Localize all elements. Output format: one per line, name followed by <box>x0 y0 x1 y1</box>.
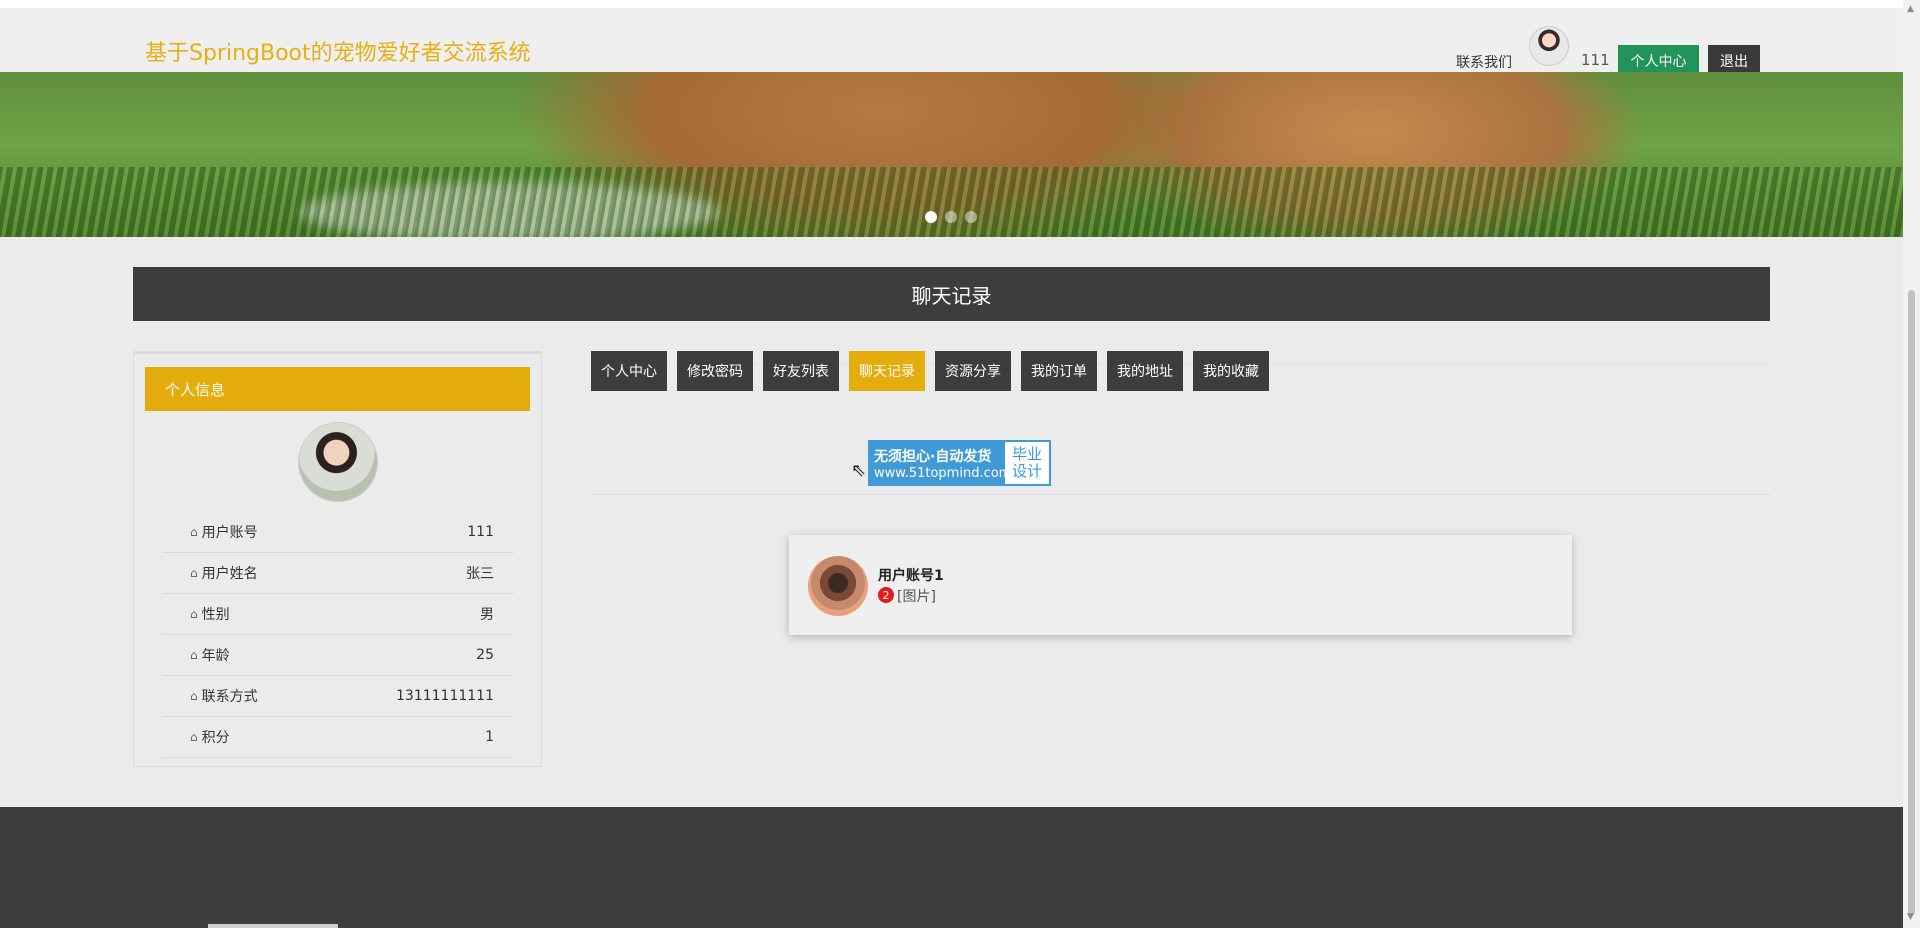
profile-row-account: ⌂ 用户账号 111 <box>162 512 514 553</box>
profile-value: 111 <box>467 524 494 540</box>
scroll-up-icon[interactable]: ▲ <box>1907 4 1914 14</box>
chat-avatar <box>808 556 868 616</box>
tab-change-password[interactable]: 修改密码 <box>677 351 753 391</box>
user-avatar[interactable] <box>1529 26 1569 66</box>
contact-us-link[interactable]: 联系我们 <box>1456 52 1512 72</box>
header-username: 111 <box>1581 51 1610 69</box>
profile-value: 1 <box>485 729 494 745</box>
page-footer <box>0 807 1903 928</box>
profile-label: 性别 <box>201 607 230 623</box>
content-divider <box>591 494 1771 495</box>
tab-resource-share[interactable]: 资源分享 <box>935 351 1011 391</box>
profile-avatar <box>298 422 378 502</box>
home-icon: ⌂ <box>190 648 198 662</box>
tab-friend-list[interactable]: 好友列表 <box>763 351 839 391</box>
home-icon: ⌂ <box>190 566 198 580</box>
tab-my-favorites[interactable]: 我的收藏 <box>1193 351 1269 391</box>
footer-strip <box>208 924 338 928</box>
watermark-line2: www.51topmind.com <box>874 465 1012 481</box>
profile-value: 25 <box>476 647 494 663</box>
scroll-down-icon[interactable]: ▼ <box>1907 912 1914 922</box>
top-header: 基于SpringBoot的宠物爱好者交流系统 联系我们 111 个人中心 退出 <box>0 0 1903 77</box>
profile-panel: 个人信息 ⌂ 用户账号 111 ⌂ 用户姓名 张三 ⌂ 性别 男 ⌂ 年龄 25 ⌂ 联系… <box>133 351 542 767</box>
page-scrollbar[interactable]: ▲ ▼ <box>1903 0 1920 928</box>
mouse-cursor-icon: ⇖ <box>851 460 867 481</box>
profile-row-points: ⌂ 积分 1 <box>162 717 514 758</box>
profile-row-gender: ⌂ 性别 男 <box>162 594 514 635</box>
home-icon: ⌂ <box>190 607 198 621</box>
chat-record-item[interactable]: 用户账号1 2 [图片] <box>789 535 1572 635</box>
tab-my-orders[interactable]: 我的订单 <box>1021 351 1097 391</box>
profile-label: 联系方式 <box>201 689 258 705</box>
carousel-dot-2[interactable] <box>945 211 957 223</box>
watermark-right2: 设计 <box>1011 462 1042 480</box>
profile-label: 年龄 <box>201 648 230 664</box>
banner-image-grass <box>0 167 1903 237</box>
watermark-badge: 无须担心·自动发货 www.51topmind.com 毕业 设计 <box>868 440 1051 486</box>
scroll-thumb[interactable] <box>1908 290 1915 915</box>
user-center-tabs: 个人中心 修改密码 好友列表 聊天记录 资源分享 我的订单 我的地址 我的收藏 <box>591 351 1269 391</box>
page-title: 聊天记录 <box>133 267 1770 321</box>
site-title[interactable]: 基于SpringBoot的宠物爱好者交流系统 <box>145 35 531 67</box>
carousel-dot-3[interactable] <box>965 211 977 223</box>
watermark-right1: 毕业 <box>1011 445 1042 463</box>
carousel-dot-1[interactable] <box>925 211 937 223</box>
profile-value: 张三 <box>466 566 494 582</box>
carousel-dots <box>925 211 977 223</box>
home-icon: ⌂ <box>190 525 198 539</box>
watermark-line1: 无须担心·自动发货 <box>874 448 992 465</box>
tab-my-address[interactable]: 我的地址 <box>1107 351 1183 391</box>
tab-chat-records[interactable]: 聊天记录 <box>849 351 925 391</box>
profile-row-phone: ⌂ 联系方式 13111111111 <box>162 676 514 717</box>
watermark-left: 无须担心·自动发货 www.51topmind.com <box>870 442 1012 484</box>
profile-value: 13111111111 <box>396 688 494 704</box>
profile-value: 男 <box>480 607 494 623</box>
chat-contact-name: 用户账号1 <box>878 568 944 584</box>
profile-row-age: ⌂ 年龄 25 <box>162 635 514 676</box>
profile-label: 积分 <box>201 730 230 746</box>
tab-personal-center[interactable]: 个人中心 <box>591 351 667 391</box>
unread-badge: 2 <box>878 587 894 603</box>
watermark-right: 毕业 设计 <box>1005 442 1049 484</box>
home-icon: ⌂ <box>190 730 198 744</box>
chat-last-message: [图片] <box>897 589 936 605</box>
home-icon: ⌂ <box>190 689 198 703</box>
profile-heading: 个人信息 <box>145 367 530 411</box>
profile-row-name: ⌂ 用户姓名 张三 <box>162 553 514 594</box>
profile-label: 用户账号 <box>201 525 258 541</box>
profile-info-list: ⌂ 用户账号 111 ⌂ 用户姓名 张三 ⌂ 性别 男 ⌂ 年龄 25 ⌂ 联系方式 13… <box>162 512 514 758</box>
profile-label: 用户姓名 <box>201 566 258 582</box>
